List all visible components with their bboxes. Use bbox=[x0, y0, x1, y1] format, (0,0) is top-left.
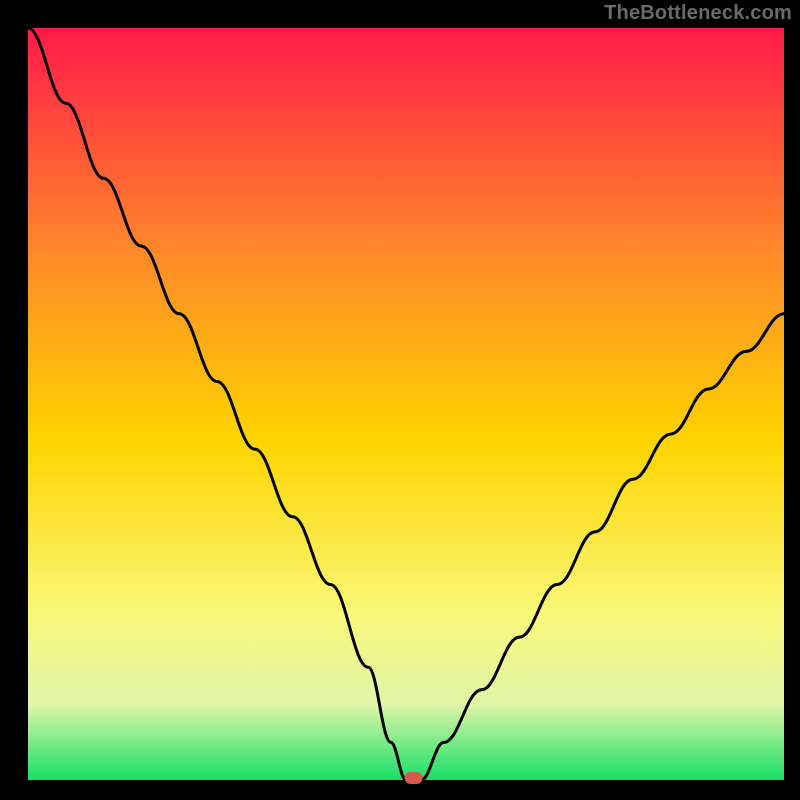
gradient-background bbox=[28, 28, 784, 780]
watermark-text: TheBottleneck.com bbox=[604, 2, 792, 25]
bottleneck-chart bbox=[0, 0, 800, 800]
optimal-marker bbox=[405, 772, 423, 784]
plot-area bbox=[28, 28, 784, 784]
chart-frame: TheBottleneck.com bbox=[0, 0, 800, 800]
